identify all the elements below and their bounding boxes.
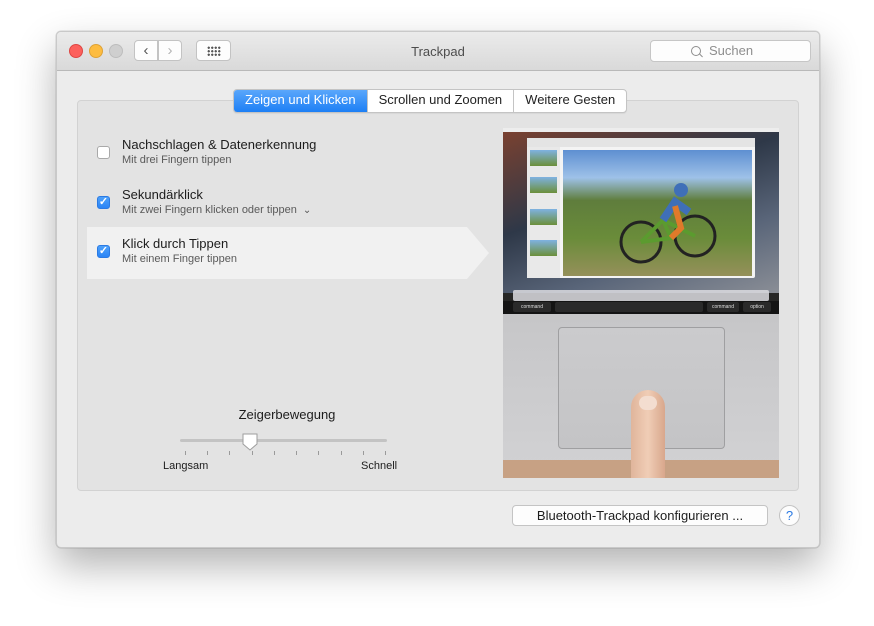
- option-lookup[interactable]: Nachschlagen & Datenerkennung Mit drei F…: [87, 130, 487, 180]
- secondary-click-label: Sekundärklick: [122, 187, 203, 202]
- slider-tick: [296, 451, 297, 455]
- slider-tick: [385, 451, 386, 455]
- lookup-label: Nachschlagen & Datenerkennung: [122, 137, 317, 152]
- preferences-window: ‹ › Trackpad Suchen Zeigen und Klicken S…: [56, 31, 820, 548]
- slider-thumb[interactable]: [242, 433, 258, 451]
- preview-keyboard: command command option: [503, 301, 779, 314]
- slider-tick: [252, 451, 253, 455]
- slider-tick: [274, 451, 275, 455]
- preview-window-toolbar: [527, 138, 755, 147]
- tab-bar: Zeigen und Klicken Scrollen und Zoomen W…: [233, 89, 628, 113]
- lookup-sublabel: Mit drei Fingern tippen: [122, 154, 232, 166]
- secondary-click-sub-text: Mit zwei Fingern klicken oder tippen: [122, 204, 297, 216]
- tracking-speed-title: Zeigerbewegung: [238, 407, 336, 422]
- option-secondary-click[interactable]: ✓ Sekundärklick Mit zwei Fingern klicken…: [87, 180, 487, 230]
- preview-finger: [631, 390, 665, 478]
- preview-thumbnail: [530, 177, 557, 193]
- preview-key-command-right: command: [707, 302, 739, 312]
- search-field[interactable]: Suchen: [650, 40, 811, 62]
- secondary-click-sublabel[interactable]: Mit zwei Fingern klicken oder tippen ⌄: [122, 204, 311, 216]
- preview-menubar: [503, 128, 779, 132]
- help-button[interactable]: ?: [779, 505, 800, 526]
- tab-scroll-and-zoom[interactable]: Scrollen und Zoomen: [366, 90, 514, 112]
- tap-to-click-sublabel: Mit einem Finger tippen: [122, 253, 237, 265]
- lookup-checkbox[interactable]: [97, 146, 110, 159]
- option-tap-to-click[interactable]: ✓ Klick durch Tippen Mit einem Finger ti…: [87, 227, 489, 279]
- slider-tick: [363, 451, 364, 455]
- chevron-down-icon[interactable]: ⌄: [303, 205, 311, 216]
- preview-thumbnail: [530, 240, 557, 256]
- slider-ticks: [185, 451, 386, 456]
- slider-tick: [207, 451, 208, 455]
- secondary-click-checkbox[interactable]: ✓: [97, 196, 110, 209]
- tap-to-click-checkbox[interactable]: ✓: [97, 245, 110, 258]
- slider-tick: [229, 451, 230, 455]
- bike-rider-illustration: [619, 183, 717, 264]
- slider-tick: [318, 451, 319, 455]
- gesture-preview-video: command command option: [503, 128, 779, 478]
- tab-point-and-click[interactable]: Zeigen und Klicken: [234, 90, 367, 112]
- tracking-speed-slider[interactable]: [180, 439, 387, 442]
- selection-arrow: [467, 227, 489, 279]
- preview-bike-photo: [563, 150, 752, 276]
- slider-tick: [185, 451, 186, 455]
- slider-tick: [341, 451, 342, 455]
- search-icon: [691, 46, 701, 56]
- fast-label: Schnell: [361, 460, 398, 472]
- preview-thumbnails: [527, 147, 560, 278]
- bluetooth-trackpad-button[interactable]: Bluetooth-Trackpad konfigurieren ...: [512, 505, 768, 526]
- preview-screen: command command option: [503, 128, 779, 314]
- preview-thumbnail: [530, 150, 557, 166]
- preview-fingernail: [639, 396, 657, 410]
- preview-thumbnail: [530, 209, 557, 225]
- slow-label: Langsam: [163, 460, 209, 472]
- preview-key-space: [555, 302, 703, 312]
- search-placeholder: Suchen: [709, 43, 754, 58]
- tab-more-gestures[interactable]: Weitere Gesten: [513, 90, 626, 112]
- preview-key-command-left: command: [513, 302, 551, 312]
- title-bar: ‹ › Trackpad Suchen: [57, 32, 819, 71]
- preview-key-option: option: [743, 302, 771, 312]
- tap-to-click-label: Klick durch Tippen: [122, 236, 229, 251]
- preview-photos-window: [527, 138, 755, 278]
- preview-dock: [513, 290, 769, 301]
